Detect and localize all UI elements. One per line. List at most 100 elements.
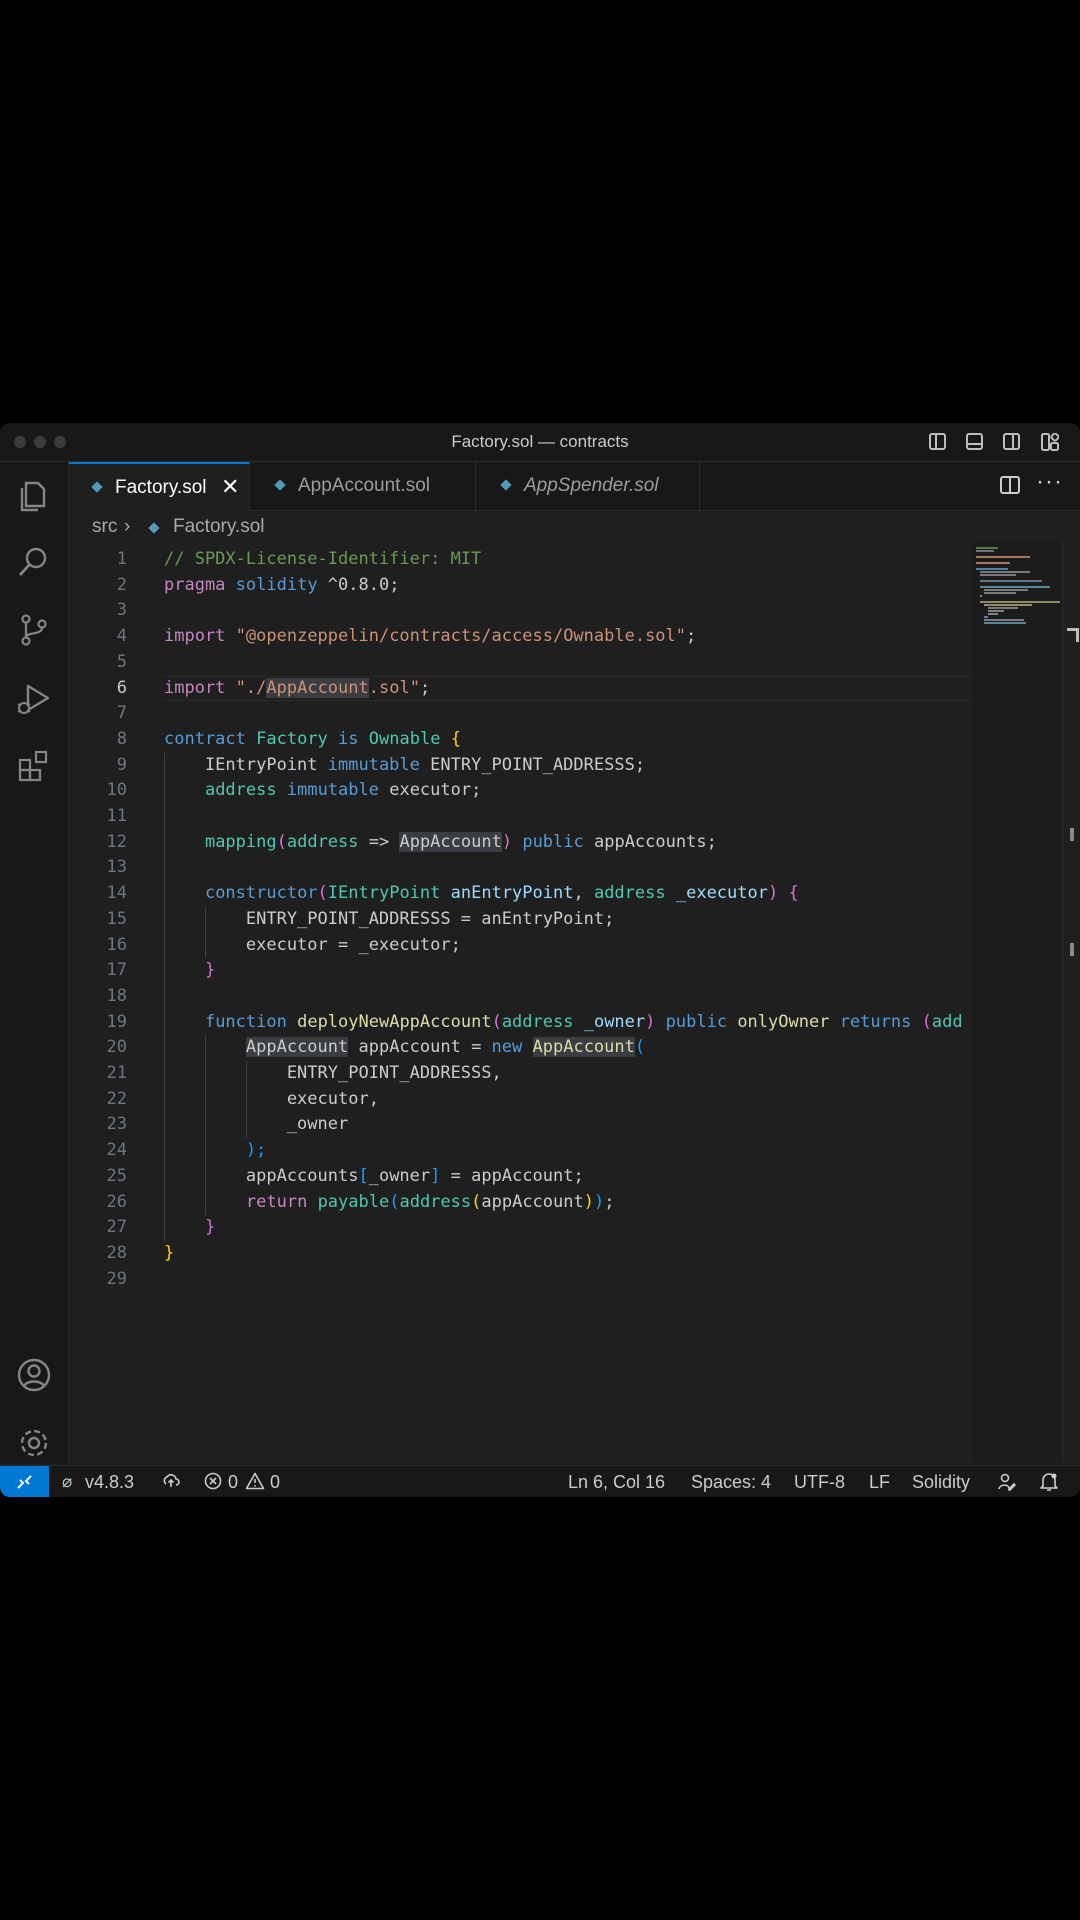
toggle-panel-icon[interactable] bbox=[966, 433, 983, 450]
code-line[interactable]: 9 IEntryPoint immutable ENTRY_POINT_ADDR… bbox=[69, 753, 1080, 779]
source-control-icon[interactable] bbox=[14, 610, 54, 650]
code-text: import "./AppAccount.sol"; bbox=[164, 676, 430, 702]
more-actions-icon[interactable]: ··· bbox=[1036, 468, 1063, 496]
code-text: appAccounts[_owner] = appAccount; bbox=[164, 1164, 584, 1190]
code-line[interactable]: 3 bbox=[69, 598, 1080, 624]
code-line[interactable]: 24 ); bbox=[69, 1138, 1080, 1164]
vertical-scrollbar[interactable] bbox=[1062, 541, 1080, 1463]
accounts-icon[interactable] bbox=[14, 1355, 54, 1395]
tab-appaccount-sol[interactable]: AppAccount.sol bbox=[250, 462, 476, 510]
code-token: _owner bbox=[164, 1114, 349, 1135]
code-line[interactable]: 23 _owner bbox=[69, 1112, 1080, 1138]
code-token: { bbox=[450, 728, 461, 749]
run-debug-icon[interactable] bbox=[14, 678, 54, 718]
line-number: 10 bbox=[106, 780, 127, 801]
breadcrumb-file[interactable]: Factory.sol bbox=[173, 516, 265, 538]
breadcrumb-folder[interactable]: src bbox=[92, 516, 117, 538]
code-token: , bbox=[573, 883, 594, 904]
code-line[interactable]: 15 ENTRY_POINT_ADDRESSS = anEntryPoint; bbox=[69, 907, 1080, 933]
code-line[interactable]: 12 mapping(address => AppAccount) public… bbox=[69, 830, 1080, 856]
code-text: pragma solidity ^0.8.0; bbox=[164, 573, 399, 599]
minimap[interactable] bbox=[972, 541, 1062, 1463]
code-line[interactable]: 8 contract Factory is Ownable { bbox=[69, 727, 1080, 753]
explorer-icon[interactable] bbox=[14, 474, 54, 514]
cursor-position[interactable]: Ln 6, Col 16 bbox=[568, 1472, 665, 1493]
warning-count[interactable]: 0 bbox=[270, 1472, 280, 1493]
encoding[interactable]: UTF-8 bbox=[794, 1472, 845, 1493]
code-token: ; bbox=[604, 1191, 615, 1212]
line-number: 11 bbox=[106, 806, 127, 826]
version-indicator[interactable]: v4.8.3 bbox=[85, 1472, 134, 1493]
line-number: 6 bbox=[116, 677, 127, 698]
code-editor[interactable]: 1 // SPDX-License-Identifier: MIT 2 pragma … bbox=[69, 541, 1080, 1463]
tab-factory-sol[interactable]: Factory.sol ✕ bbox=[69, 462, 250, 511]
code-line[interactable]: 10 address immutable executor; bbox=[69, 778, 1080, 804]
toggle-secondary-sidebar-icon[interactable] bbox=[1003, 433, 1020, 450]
extensions-icon[interactable] bbox=[14, 746, 54, 786]
end-of-line[interactable]: LF bbox=[869, 1472, 890, 1493]
line-number: 16 bbox=[106, 934, 127, 955]
close-icon[interactable]: ✕ bbox=[221, 474, 239, 500]
code-line[interactable]: 22 executor, bbox=[69, 1087, 1080, 1113]
bell-icon[interactable] bbox=[1040, 1472, 1058, 1497]
sync-icon[interactable] bbox=[162, 1472, 180, 1495]
code-line[interactable]: 20 AppAccount appAccount = new AppAccoun… bbox=[69, 1035, 1080, 1061]
tab-appspender-sol[interactable]: AppSpender.sol bbox=[476, 462, 700, 510]
code-token: address bbox=[204, 780, 277, 801]
code-line[interactable]: 13 bbox=[69, 855, 1080, 881]
error-count[interactable]: 0 bbox=[228, 1472, 238, 1493]
line-number: 8 bbox=[116, 728, 127, 749]
code-line[interactable]: 5 bbox=[69, 650, 1080, 676]
code-line[interactable]: 27 } bbox=[69, 1215, 1080, 1241]
code-token: AppAccount bbox=[245, 1037, 349, 1058]
error-icon[interactable] bbox=[204, 1472, 222, 1495]
warning-icon[interactable] bbox=[245, 1472, 265, 1495]
code-line[interactable]: 21 ENTRY_POINT_ADDRESSS, bbox=[69, 1061, 1080, 1087]
code-line[interactable]: 29 bbox=[69, 1267, 1080, 1293]
code-token: AppAccount bbox=[399, 831, 502, 852]
indentation[interactable]: Spaces: 4 bbox=[691, 1472, 771, 1493]
line-number: 15 bbox=[106, 908, 127, 929]
code-line[interactable]: 2 pragma solidity ^0.8.0; bbox=[69, 573, 1080, 599]
language-mode[interactable]: Solidity bbox=[912, 1472, 970, 1493]
code-token: deployNewAppAccount bbox=[297, 1011, 492, 1032]
code-token: ) bbox=[583, 1191, 594, 1212]
split-editor-icon[interactable] bbox=[1000, 475, 1020, 501]
code-line[interactable]: 6 import "./AppAccount.sol"; bbox=[69, 676, 1080, 702]
code-line[interactable]: 16 executor = _executor; bbox=[69, 933, 1080, 959]
line-number: 9 bbox=[116, 754, 127, 775]
code-line[interactable]: 7 bbox=[69, 701, 1080, 727]
code-line[interactable]: 14 constructor(IEntryPoint anEntryPoint,… bbox=[69, 881, 1080, 907]
code-line[interactable]: 11 bbox=[69, 804, 1080, 830]
feedback-icon[interactable] bbox=[996, 1472, 1017, 1497]
search-icon[interactable] bbox=[14, 542, 54, 582]
code-token: is bbox=[338, 728, 359, 749]
line-number: 20 bbox=[106, 1037, 127, 1058]
code-line[interactable]: 18 bbox=[69, 984, 1080, 1010]
code-line[interactable]: 1 // SPDX-License-Identifier: MIT bbox=[69, 547, 1080, 573]
code-token: import bbox=[164, 677, 226, 698]
tag-icon: ⌀ bbox=[62, 1472, 73, 1491]
toggle-primary-sidebar-icon[interactable] bbox=[929, 433, 946, 450]
code-line[interactable]: 19 function deployNewAppAccount(address … bbox=[69, 1010, 1080, 1036]
code-line[interactable]: 26 return payable(address(appAccount)); bbox=[69, 1190, 1080, 1216]
code-line[interactable]: 28} bbox=[69, 1241, 1080, 1267]
settings-gear-icon[interactable] bbox=[14, 1423, 54, 1463]
code-text: IEntryPoint immutable ENTRY_POINT_ADDRES… bbox=[164, 753, 645, 779]
code-text: ENTRY_POINT_ADDRESSS, bbox=[164, 1061, 502, 1087]
code-line[interactable]: 25 appAccounts[_owner] = appAccount; bbox=[69, 1164, 1080, 1190]
code-token: _executor bbox=[675, 883, 768, 904]
code-text: contract Factory is Ownable { bbox=[164, 727, 461, 753]
solidity-file-icon bbox=[148, 522, 160, 534]
code-line[interactable]: 17 } bbox=[69, 958, 1080, 984]
remote-indicator[interactable] bbox=[0, 1466, 49, 1497]
customize-layout-icon[interactable] bbox=[1041, 432, 1060, 451]
code-token: address bbox=[286, 831, 359, 852]
code-line[interactable]: 4 import "@openzeppelin/contracts/access/… bbox=[69, 624, 1080, 650]
